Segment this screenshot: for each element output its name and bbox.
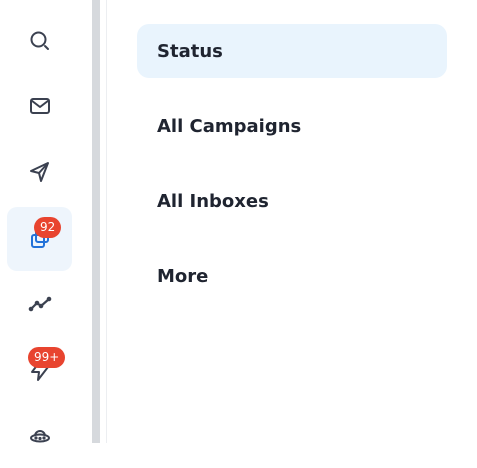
panel-divider (106, 0, 107, 443)
submenu: Status All Campaigns All Inboxes More (137, 24, 447, 324)
menu-item-label: Status (157, 40, 223, 62)
sidebar-scrollbar[interactable] (92, 0, 100, 443)
notification-badge: 99+ (28, 347, 66, 368)
sidebar-item-send[interactable] (7, 140, 72, 204)
menu-item-all-campaigns[interactable]: All Campaigns (137, 99, 447, 153)
menu-item-status[interactable]: Status (137, 24, 447, 78)
analytics-icon (28, 292, 52, 316)
sidebar-item-search[interactable] (7, 9, 72, 73)
menu-item-label: All Campaigns (157, 115, 302, 137)
mail-icon (28, 94, 52, 118)
notification-badge: 92 (34, 217, 62, 238)
search-icon (28, 29, 52, 53)
sidebar-item-inbox[interactable] (7, 74, 72, 138)
menu-item-label: More (157, 265, 209, 287)
menu-item-label: All Inboxes (157, 190, 269, 212)
sidebar-item-ufo[interactable] (7, 404, 72, 468)
sidebar-rail: 92 99+ (0, 0, 92, 443)
sidebar-item-analytics[interactable] (7, 272, 72, 336)
menu-item-more[interactable]: More (137, 249, 447, 303)
menu-item-all-inboxes[interactable]: All Inboxes (137, 174, 447, 228)
ufo-icon (28, 424, 52, 448)
send-icon (28, 160, 52, 184)
